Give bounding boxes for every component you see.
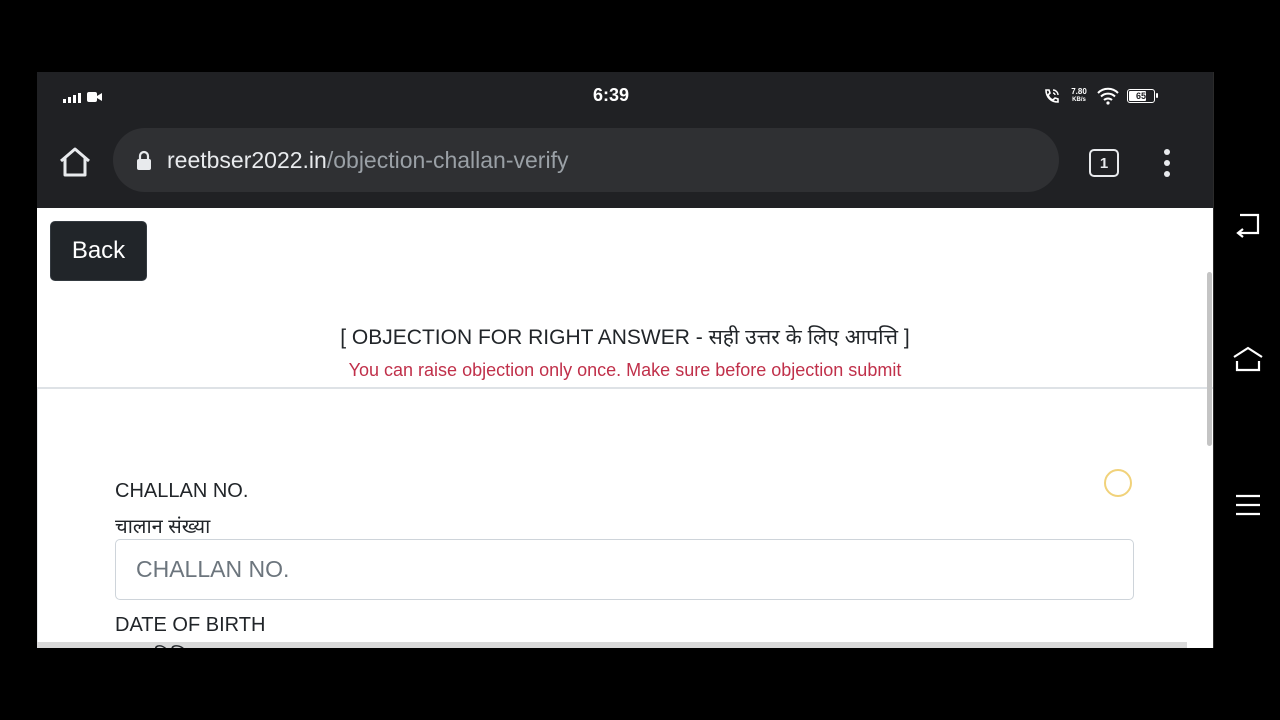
battery-icon: 65 [1127, 89, 1158, 103]
status-icons: 7.80 KB/s 65 [1043, 85, 1158, 107]
wifi-calling-icon [1045, 89, 1059, 103]
phone-screen: 6:39 7.80 KB/s 65 reetbser2022.in/object… [37, 72, 1213, 648]
home-nav-icon[interactable] [1232, 344, 1264, 376]
url-path: /objection-challan-verify [326, 146, 569, 173]
page-bottom-bar [37, 642, 1187, 648]
challan-label-hindi: चालान संख्या [115, 516, 211, 538]
dob-label: DATE OF BIRTH [115, 614, 266, 636]
url-text[interactable]: reetbser2022.in/objection-challan-verify [167, 147, 568, 174]
back-arrow-icon[interactable] [1232, 208, 1264, 240]
warning-note: You can raise objection only once. Make … [348, 360, 902, 380]
challan-number-input[interactable] [115, 539, 1134, 600]
battery-percent: 65 [1135, 91, 1146, 101]
tab-switcher-button[interactable]: 1 [1089, 149, 1119, 177]
home-icon[interactable] [57, 144, 93, 180]
dob-label-hindi: जन्म तिथि [115, 642, 188, 648]
touch-indicator [1104, 469, 1132, 497]
browser-toolbar: reetbser2022.in/objection-challan-verify… [37, 118, 1213, 208]
android-nav-bar [1213, 72, 1280, 648]
network-speed: 7.80 KB/s [1071, 87, 1087, 104]
challan-label: CHALLAN NO. [115, 480, 249, 502]
scrollbar[interactable] [1207, 272, 1212, 446]
wifi-icon [1097, 87, 1119, 105]
divider [37, 387, 1213, 389]
status-bar: 6:39 7.80 KB/s 65 [37, 72, 1213, 118]
address-bar[interactable]: reetbser2022.in/objection-challan-verify [113, 128, 1059, 192]
back-button[interactable]: Back [50, 221, 147, 281]
recents-icon[interactable] [1232, 489, 1264, 521]
status-time: 6:39 [592, 85, 630, 105]
more-vert-icon[interactable] [1159, 146, 1175, 180]
form-card [37, 389, 1213, 648]
url-host: reetbser2022.in [167, 146, 327, 173]
page-title: [ OBJECTION FOR RIGHT ANSWER - सही उत्तर… [340, 326, 910, 349]
lock-icon[interactable] [135, 149, 153, 171]
